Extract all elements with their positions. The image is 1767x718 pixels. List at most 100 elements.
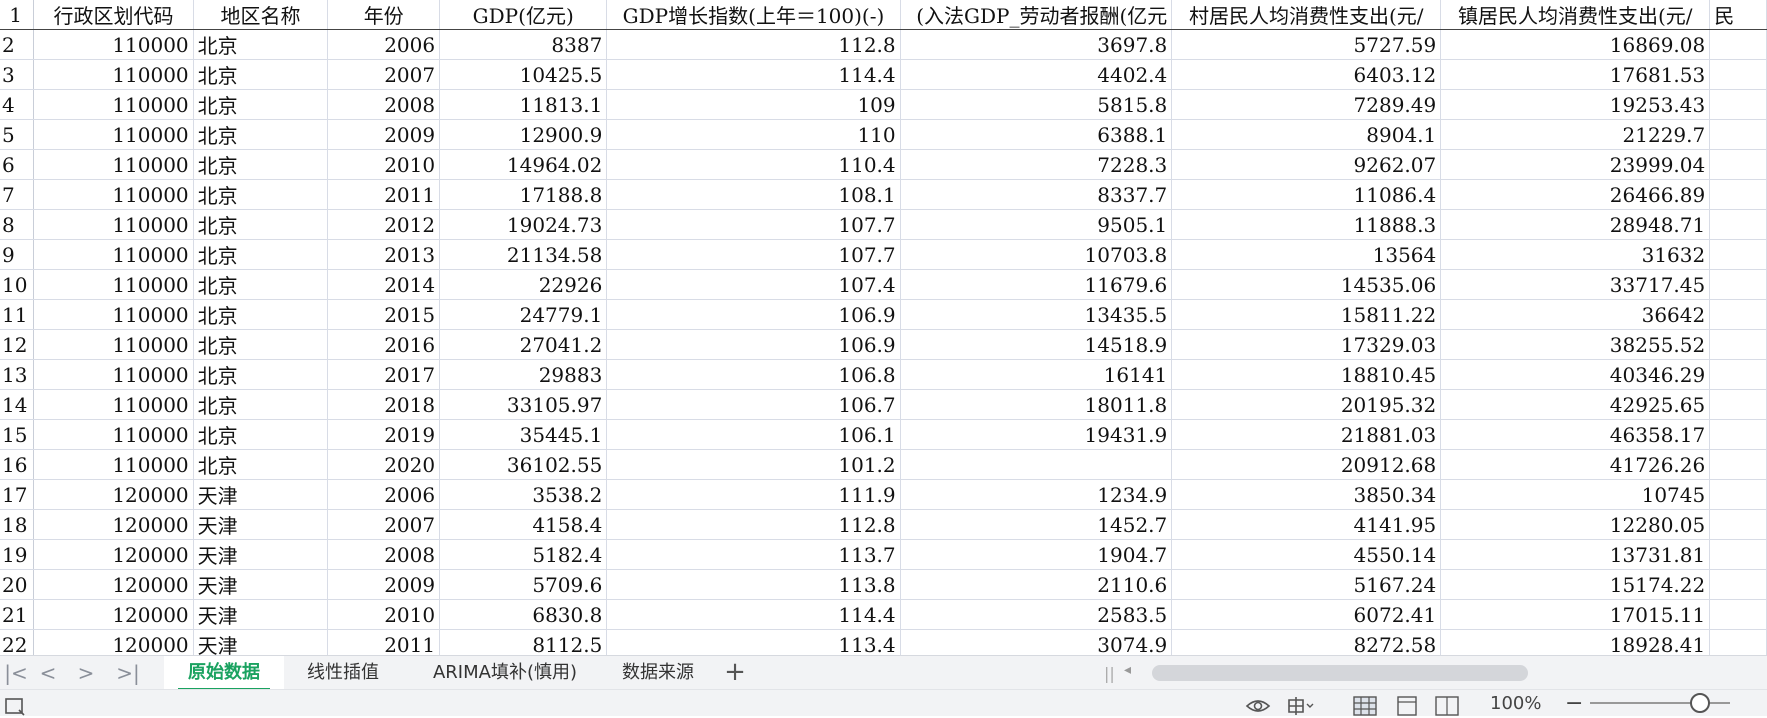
table-cell[interactable]: 2006 xyxy=(327,29,441,60)
table-cell[interactable]: 北京 xyxy=(193,419,329,450)
scroll-left-icon[interactable]: ◂ xyxy=(1124,662,1131,678)
table-cell[interactable]: 8387 xyxy=(439,29,608,60)
row-number[interactable]: 6 xyxy=(0,149,35,180)
row-number[interactable]: 1 xyxy=(0,0,35,30)
table-cell[interactable]: 22926 xyxy=(439,269,608,300)
table-cell[interactable]: 106.9 xyxy=(606,329,901,360)
table-cell[interactable]: 6403.12 xyxy=(1171,59,1442,90)
add-sheet-icon[interactable]: + xyxy=(720,656,750,690)
table-cell[interactable]: 110000 xyxy=(33,239,194,270)
row-number[interactable]: 15 xyxy=(0,419,35,450)
table-cell[interactable]: 110.4 xyxy=(606,149,901,180)
table-cell[interactable]: 110000 xyxy=(33,329,194,360)
table-cell[interactable]: 北京 xyxy=(193,449,329,480)
table-cell[interactable]: 2013 xyxy=(327,239,441,270)
table-cell[interactable]: 1904.7 xyxy=(900,539,1173,570)
table-cell[interactable] xyxy=(1709,119,1767,150)
table-cell[interactable]: 113.7 xyxy=(606,539,901,570)
table-cell[interactable]: 2007 xyxy=(327,59,441,90)
table-cell[interactable]: 天津 xyxy=(193,539,329,570)
table-cell[interactable]: 8272.58 xyxy=(1171,629,1442,655)
table-cell[interactable]: 4402.4 xyxy=(900,59,1173,90)
table-cell[interactable]: 106.9 xyxy=(606,299,901,330)
table-cell[interactable]: 北京 xyxy=(193,329,329,360)
row-number[interactable]: 12 xyxy=(0,329,35,360)
table-cell[interactable]: 120000 xyxy=(33,509,194,540)
table-cell[interactable]: 北京 xyxy=(193,389,329,420)
header-cell[interactable]: 行政区划代码 xyxy=(33,0,194,30)
table-cell[interactable]: 13564 xyxy=(1171,239,1442,270)
table-cell[interactable]: 113.4 xyxy=(606,629,901,655)
table-cell[interactable]: 110000 xyxy=(33,299,194,330)
table-cell[interactable]: 106.7 xyxy=(606,389,901,420)
header-cell[interactable]: 地区名称 xyxy=(193,0,329,30)
table-cell[interactable]: 16141 xyxy=(900,359,1173,390)
row-number[interactable]: 3 xyxy=(0,59,35,90)
table-cell[interactable]: 19431.9 xyxy=(900,419,1173,450)
normal-view-icon[interactable] xyxy=(1353,694,1377,718)
table-cell[interactable]: 36102.55 xyxy=(439,449,608,480)
table-cell[interactable]: 4158.4 xyxy=(439,509,608,540)
row-number[interactable]: 4 xyxy=(0,89,35,120)
table-cell[interactable] xyxy=(1709,449,1767,480)
table-cell[interactable]: 3850.34 xyxy=(1171,479,1442,510)
table-cell[interactable]: 11679.6 xyxy=(900,269,1173,300)
header-cell[interactable]: 镇居民人均消费性支出(元/ xyxy=(1440,0,1711,30)
row-number[interactable]: 21 xyxy=(0,599,35,630)
table-cell[interactable]: 110000 xyxy=(33,449,194,480)
header-cell[interactable]: 民 xyxy=(1709,0,1767,30)
table-cell[interactable]: 2017 xyxy=(327,359,441,390)
table-cell[interactable]: 106.8 xyxy=(606,359,901,390)
header-cell[interactable]: GDP增长指数(上年＝100)(-) xyxy=(606,0,901,30)
table-cell[interactable] xyxy=(1709,179,1767,210)
table-cell[interactable]: 114.4 xyxy=(606,59,901,90)
table-cell[interactable]: 15174.22 xyxy=(1440,569,1711,600)
table-cell[interactable]: 2583.5 xyxy=(900,599,1173,630)
table-cell[interactable]: 21881.03 xyxy=(1171,419,1442,450)
macro-record-icon[interactable] xyxy=(4,694,26,718)
zoom-slider-knob[interactable] xyxy=(1690,693,1710,713)
header-cell[interactable]: (入法GDP_劳动者报酬(亿元 xyxy=(900,0,1173,30)
page-break-icon[interactable] xyxy=(1435,694,1459,718)
table-cell[interactable]: 北京 xyxy=(193,59,329,90)
table-cell[interactable]: 3074.9 xyxy=(900,629,1173,655)
table-cell[interactable]: 107.7 xyxy=(606,209,901,240)
table-cell[interactable]: 17329.03 xyxy=(1171,329,1442,360)
table-cell[interactable]: 18810.45 xyxy=(1171,359,1442,390)
table-cell[interactable]: 41726.26 xyxy=(1440,449,1711,480)
header-cell[interactable]: GDP(亿元) xyxy=(439,0,608,30)
table-cell[interactable]: 5182.4 xyxy=(439,539,608,570)
table-cell[interactable]: 8337.7 xyxy=(900,179,1173,210)
table-cell[interactable] xyxy=(1709,599,1767,630)
table-cell[interactable]: 北京 xyxy=(193,119,329,150)
table-cell[interactable]: 18011.8 xyxy=(900,389,1173,420)
table-cell[interactable]: 110000 xyxy=(33,59,194,90)
table-cell[interactable]: 110000 xyxy=(33,149,194,180)
horizontal-scroll-thumb[interactable] xyxy=(1152,665,1528,681)
table-cell[interactable]: 3538.2 xyxy=(439,479,608,510)
table-cell[interactable]: 2011 xyxy=(327,179,441,210)
table-cell[interactable]: 北京 xyxy=(193,269,329,300)
table-cell[interactable]: 36642 xyxy=(1440,299,1711,330)
table-cell[interactable]: 12280.05 xyxy=(1440,509,1711,540)
table-cell[interactable]: 7289.49 xyxy=(1171,89,1442,120)
table-cell[interactable] xyxy=(1709,239,1767,270)
table-cell[interactable]: 17681.53 xyxy=(1440,59,1711,90)
table-cell[interactable]: 2008 xyxy=(327,89,441,120)
table-cell[interactable] xyxy=(1709,419,1767,450)
table-cell[interactable]: 2007 xyxy=(327,509,441,540)
row-number[interactable]: 13 xyxy=(0,359,35,390)
table-cell[interactable] xyxy=(1709,509,1767,540)
table-cell[interactable]: 9505.1 xyxy=(900,209,1173,240)
table-cell[interactable]: 114.4 xyxy=(606,599,901,630)
row-number[interactable]: 7 xyxy=(0,179,35,210)
row-number[interactable]: 5 xyxy=(0,119,35,150)
zoom-out-button[interactable]: − xyxy=(1565,692,1583,716)
table-cell[interactable]: 110000 xyxy=(33,89,194,120)
table-cell[interactable]: 120000 xyxy=(33,599,194,630)
table-cell[interactable] xyxy=(1709,359,1767,390)
table-cell[interactable]: 24779.1 xyxy=(439,299,608,330)
table-cell[interactable]: 17015.11 xyxy=(1440,599,1711,630)
table-cell[interactable]: 14535.06 xyxy=(1171,269,1442,300)
table-cell[interactable]: 26466.89 xyxy=(1440,179,1711,210)
